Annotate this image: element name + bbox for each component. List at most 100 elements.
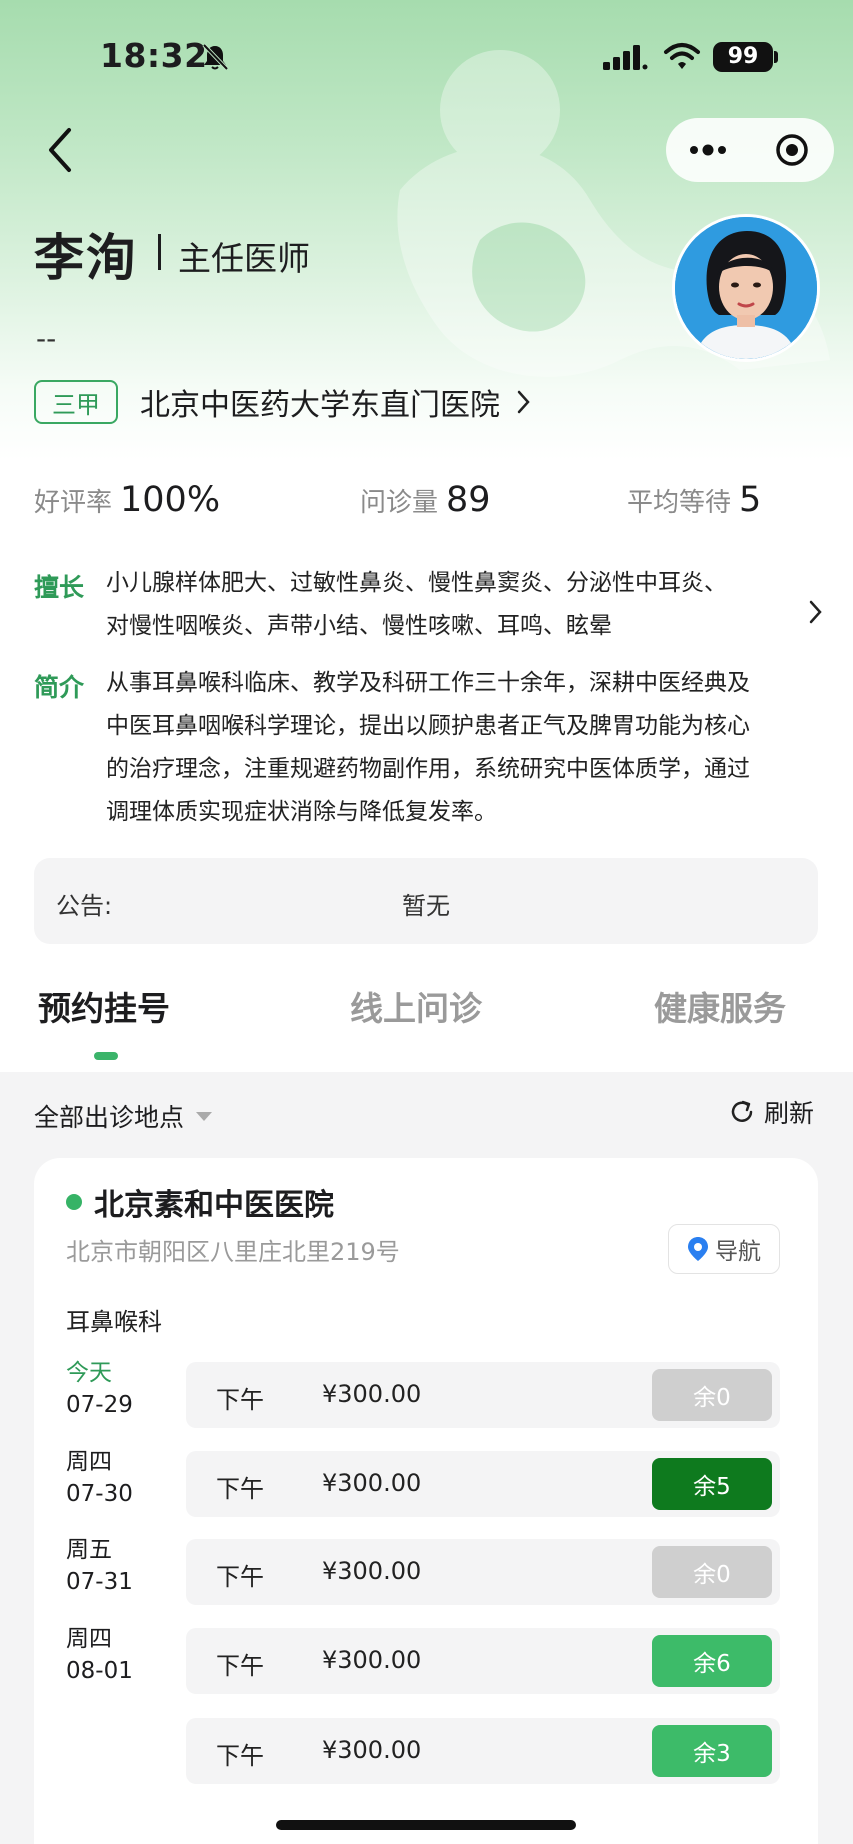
active-tab-indicator xyxy=(94,1052,118,1060)
close-mini-program-button[interactable] xyxy=(750,118,834,182)
chevron-left-icon xyxy=(49,128,71,172)
schedule-row: 今天 07-29 下午 ¥300.00 余0 xyxy=(34,1360,818,1428)
doctor-avatar[interactable] xyxy=(672,214,820,362)
schedule-row: 下午 ¥300.00 余3 xyxy=(34,1718,818,1784)
slot-price: ¥300.00 xyxy=(322,1557,422,1585)
more-button[interactable] xyxy=(666,118,750,182)
specialty-line: 小儿腺样体肥大、过敏性鼻炎、慢性鼻窦炎、分泌性中耳炎、 xyxy=(106,570,727,596)
rating-value: 100% xyxy=(120,480,221,520)
schedule-weekday: 周五 xyxy=(66,1537,112,1563)
schedule-date: 08-01 xyxy=(66,1658,133,1684)
slot-period: 下午 xyxy=(216,1475,264,1503)
schedule-date: 07-29 xyxy=(66,1392,133,1418)
slot-period: 下午 xyxy=(216,1652,264,1680)
map-pin-icon xyxy=(688,1237,708,1261)
notice-value: 暂无 xyxy=(402,892,450,920)
slot-price: ¥300.00 xyxy=(322,1736,422,1764)
wifi-icon xyxy=(664,43,700,69)
refresh-button[interactable]: 刷新 xyxy=(728,1094,814,1130)
doctor-department: -- xyxy=(36,322,57,355)
book-slot-button[interactable]: 余6 xyxy=(652,1635,772,1687)
rating-label: 好评率 xyxy=(34,488,113,518)
tab-appointment[interactable]: 预约挂号 xyxy=(38,982,170,1030)
schedule-weekday: 今天 xyxy=(66,1360,112,1386)
slot-price: ¥300.00 xyxy=(322,1469,422,1497)
consults-label: 问诊量 xyxy=(360,488,439,518)
intro-line: 从事耳鼻喉科临床、教学及科研工作三十余年，深耕中医经典及 xyxy=(106,670,750,696)
target-circle-icon xyxy=(776,134,808,166)
intro-line: 调理体质实现症状消除与降低复发率。 xyxy=(106,799,497,825)
name-divider xyxy=(158,234,161,270)
slot-period: 下午 xyxy=(216,1386,264,1414)
slot-price: ¥300.00 xyxy=(322,1646,422,1674)
doctor-name: 李洵 xyxy=(34,229,138,287)
slot-period: 下午 xyxy=(216,1742,264,1770)
book-slot-button: 余0 xyxy=(652,1546,772,1598)
chevron-right-icon[interactable] xyxy=(808,598,824,626)
more-dots-icon xyxy=(690,144,726,156)
battery-level: 99 xyxy=(713,42,773,72)
status-time: 18:32 xyxy=(100,36,208,75)
location-filter-label: 全部出诊地点 xyxy=(34,1103,185,1132)
back-button[interactable] xyxy=(38,120,82,180)
tab-health-service[interactable]: 健康服务 xyxy=(654,982,786,1030)
schedule-day: 周五 07-31 xyxy=(66,1534,133,1598)
consults-value: 89 xyxy=(446,480,491,520)
schedule-row: 周五 07-31 下午 ¥300.00 余0 xyxy=(34,1537,818,1605)
schedule-slot: 下午 ¥300.00 余0 xyxy=(186,1539,780,1605)
mini-program-capsule xyxy=(666,118,834,182)
location-name: 北京素和中医医院 xyxy=(94,1188,334,1223)
intro-text: 从事耳鼻喉科临床、教学及科研工作三十余年，深耕中医经典及 中医耳鼻咽喉科学理论，… xyxy=(106,662,796,834)
schedule-slot[interactable]: 下午 ¥300.00 余3 xyxy=(186,1718,780,1784)
cellular-signal-icon xyxy=(603,45,648,70)
refresh-label: 刷新 xyxy=(764,1099,815,1128)
hospital-row[interactable]: 三甲 北京中医药大学东直门医院 xyxy=(34,380,532,424)
schedule-slot[interactable]: 下午 ¥300.00 余6 xyxy=(186,1628,780,1694)
schedule-day: 周四 07-30 xyxy=(66,1446,133,1510)
schedule-weekday: 周四 xyxy=(66,1449,112,1475)
clinic-department: 耳鼻喉科 xyxy=(66,1308,162,1336)
bell-off-icon xyxy=(202,43,229,71)
wait-value: 5 xyxy=(739,480,762,520)
battery-tip xyxy=(774,51,778,63)
wait-stat: 平均等待 5 xyxy=(627,480,761,520)
notice-label: 公告: xyxy=(56,892,113,920)
consults-stat: 问诊量 89 xyxy=(360,480,491,520)
doctor-portrait-image xyxy=(675,217,817,359)
caret-down-icon xyxy=(196,1111,213,1121)
location-card: 北京素和中医医院 北京市朝阳区八里庄北里219号 导航 耳鼻喉科 今天 07-29… xyxy=(34,1158,818,1844)
schedule-slot: 下午 ¥300.00 余0 xyxy=(186,1362,780,1428)
book-slot-button[interactable]: 余3 xyxy=(652,1725,772,1777)
home-indicator xyxy=(276,1820,576,1830)
doctor-title: 主任医师 xyxy=(178,239,310,278)
tab-online-consult[interactable]: 线上问诊 xyxy=(350,982,482,1030)
slot-price: ¥300.00 xyxy=(322,1380,422,1408)
intro-line: 中医耳鼻咽喉科学理论，提出以顾护患者正气及脾胃功能为核心 xyxy=(106,713,750,739)
notice-box: 暂无 公告: xyxy=(34,858,818,944)
schedule-day: 周四 08-01 xyxy=(66,1623,133,1687)
navigate-button[interactable]: 导航 xyxy=(668,1224,780,1274)
navigate-label: 导航 xyxy=(715,1239,761,1265)
schedule-slot[interactable]: 下午 ¥300.00 余5 xyxy=(186,1451,780,1517)
refresh-icon xyxy=(731,1100,753,1122)
hospital-name: 北京中医药大学东直门医院 xyxy=(140,388,500,423)
wait-label: 平均等待 xyxy=(627,488,732,518)
specialty-text[interactable]: 小儿腺样体肥大、过敏性鼻炎、慢性鼻窦炎、分泌性中耳炎、 对慢性咽喉炎、声带小结、… xyxy=(106,562,796,648)
schedule-date: 07-31 xyxy=(66,1569,133,1595)
location-filter[interactable]: 全部出诊地点 xyxy=(34,1098,213,1134)
schedule-row: 周四 08-01 下午 ¥300.00 余6 xyxy=(34,1626,818,1694)
intro-label: 简介 xyxy=(34,673,85,702)
schedule-row: 周四 07-30 下午 ¥300.00 余5 xyxy=(34,1449,818,1517)
location-status-dot xyxy=(66,1194,82,1210)
rating-stat: 好评率 100% xyxy=(34,480,220,520)
intro-line: 的治疗理念，注重规避药物副作用，系统研究中医体质学，通过 xyxy=(106,756,750,782)
book-slot-button: 余0 xyxy=(652,1369,772,1421)
specialty-label: 擅长 xyxy=(34,573,85,602)
slot-period: 下午 xyxy=(216,1563,264,1591)
schedule-weekday: 周四 xyxy=(66,1626,112,1652)
chevron-right-icon xyxy=(517,390,530,414)
specialty-line: 对慢性咽喉炎、声带小结、慢性咳嗽、耳鸣、眩晕 xyxy=(106,613,612,639)
hospital-grade-badge: 三甲 xyxy=(34,380,118,424)
schedule-date: 07-30 xyxy=(66,1481,133,1507)
book-slot-button[interactable]: 余5 xyxy=(652,1458,772,1510)
